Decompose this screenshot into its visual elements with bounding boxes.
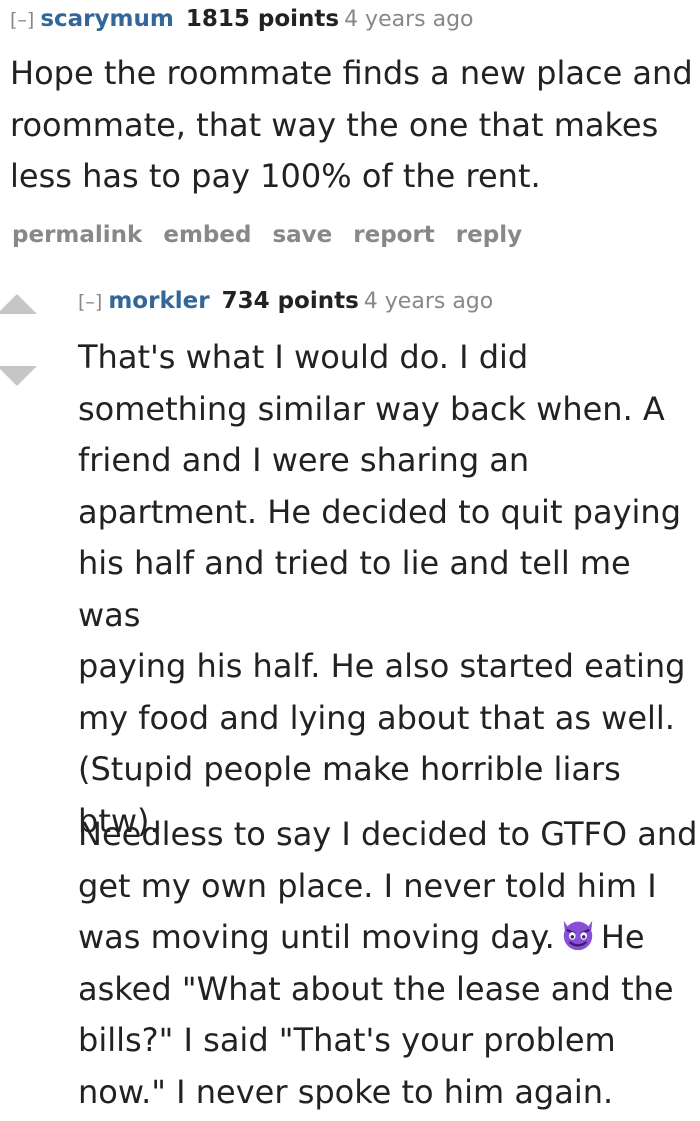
parent-age: 4 years ago xyxy=(344,7,474,32)
child-body-line: That's what I would do. I did xyxy=(78,338,529,376)
parent-body-line: Hope the roommate finds a new place and xyxy=(10,54,693,92)
smiling-devil-icon xyxy=(563,920,593,951)
child-body-line: was moving until moving day. He xyxy=(78,912,700,964)
child-author-link[interactable]: morkler xyxy=(108,288,209,314)
parent-comment-tagline: [–] scarymum 1815 points 4 years ago xyxy=(10,5,474,34)
reply-link[interactable]: reply xyxy=(456,222,522,248)
report-link[interactable]: report xyxy=(353,222,435,248)
child-body-line: get my own place. I never told him I xyxy=(78,866,657,905)
child-comment-paragraph-1: That's what I would do. I did something … xyxy=(78,332,700,847)
child-body-line: Needless to say I decided to GTFO and xyxy=(78,815,698,853)
child-collapse-toggle[interactable]: [–] xyxy=(78,291,102,313)
save-link[interactable]: save xyxy=(272,222,332,248)
parent-collapse-toggle[interactable]: [–] xyxy=(10,9,34,31)
child-body-line-segment: was moving until moving day. xyxy=(78,918,555,956)
parent-comment-actions: permalink embed save report reply xyxy=(12,222,543,248)
child-body-line: something similar way back when. A xyxy=(78,389,665,428)
child-body-line: my food and lying about that as well. xyxy=(78,698,675,737)
child-body-line: paying his half. He also started eating xyxy=(78,647,686,685)
child-body-line: his half and tried to lie and tell me wa… xyxy=(78,544,631,634)
parent-body-line: less has to pay 100% of the rent. xyxy=(10,157,541,195)
child-comment-paragraph-2: Needless to say I decided to GTFO and ge… xyxy=(78,809,700,1118)
child-score: 734 points xyxy=(221,288,359,314)
child-body-line: apartment. He decided to quit paying xyxy=(78,492,681,531)
permalink-link[interactable]: permalink xyxy=(12,222,142,248)
downvote-arrow-icon[interactable] xyxy=(0,366,37,386)
child-body-line: (Stupid people make horrible liars xyxy=(78,750,621,788)
child-comment-tagline: [–] morkler 734 points 4 years ago xyxy=(78,287,493,316)
parent-score: 1815 points xyxy=(185,6,340,32)
child-age: 4 years ago xyxy=(363,289,494,314)
parent-body-line: roommate, that way the one that makes xyxy=(10,105,659,144)
parent-author-link[interactable]: scarymum xyxy=(40,6,174,32)
child-body-line: asked "What about the lease and the xyxy=(78,969,674,1008)
embed-link[interactable]: embed xyxy=(163,222,251,248)
child-body-line: friend and I were sharing an xyxy=(78,441,530,479)
child-body-line: now." I never spoke to him again. xyxy=(78,1072,614,1111)
parent-comment-body: Hope the roommate finds a new place and … xyxy=(10,48,700,203)
child-body-line: bills?" I said "That's your problem xyxy=(78,1021,616,1059)
upvote-arrow-icon[interactable] xyxy=(0,294,37,314)
child-body-line-segment: He xyxy=(600,918,645,956)
